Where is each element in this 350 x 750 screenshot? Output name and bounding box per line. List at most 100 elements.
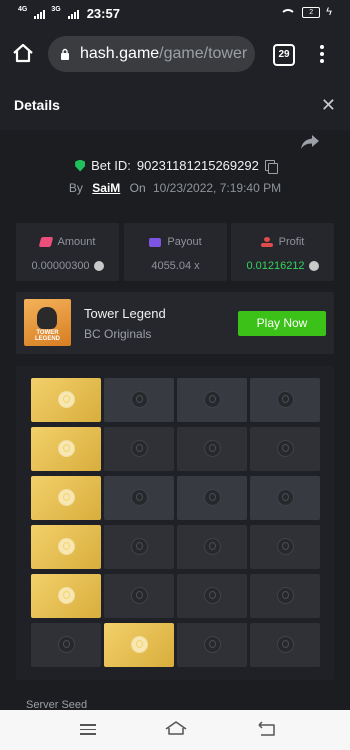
gem-icon: [204, 489, 221, 506]
share-icon[interactable]: [300, 134, 320, 150]
close-icon[interactable]: ✕: [321, 95, 336, 116]
game-provider: BC Originals: [84, 327, 152, 341]
back-icon[interactable]: [255, 721, 277, 737]
stat-value: 0.01216212: [246, 260, 305, 272]
tab-switcher-button[interactable]: 29: [273, 44, 295, 66]
system-nav-bar: [0, 710, 350, 750]
gem-icon: [58, 440, 75, 457]
gem-icon: [131, 391, 148, 408]
tower-cell: [250, 623, 320, 667]
gem-icon: [277, 440, 294, 457]
system-home-icon[interactable]: [165, 720, 187, 736]
gem-icon: [131, 489, 148, 506]
verified-shield-icon: [75, 159, 86, 172]
game-name: Tower Legend: [84, 306, 166, 321]
gem-icon: [131, 636, 148, 653]
bet-id-value: 90231181215269292: [136, 158, 259, 173]
tower-cell: [177, 525, 247, 569]
by-label: By: [68, 181, 83, 195]
username-link[interactable]: SaiM: [92, 181, 120, 195]
tower-cell: [31, 623, 101, 667]
tower-cell-revealed: [104, 623, 174, 667]
tower-cell: [250, 574, 320, 618]
tower-cell: [177, 378, 247, 422]
status-bar: 4G 3G 23:57 2 ϟ: [0, 0, 350, 28]
tower-cell: [177, 574, 247, 618]
gem-icon: [204, 587, 221, 604]
tower-cell: [250, 427, 320, 471]
overflow-menu-icon[interactable]: [316, 43, 328, 65]
tower-cell: [250, 525, 320, 569]
details-header: Details ✕: [0, 80, 350, 131]
copy-icon[interactable]: [264, 159, 278, 174]
tower-cell: [104, 574, 174, 618]
stat-value: 4055.04 x: [151, 260, 200, 272]
wifi-icon: [280, 9, 297, 19]
network-type-1: 4G: [18, 6, 28, 13]
tower-cell-revealed: [31, 427, 101, 471]
thumbnail-text: TOWER LEGEND: [34, 330, 60, 342]
gem-icon: [204, 636, 221, 653]
tower-cell: [177, 476, 247, 520]
tower-cell-revealed: [31, 574, 101, 618]
tower-cell: [177, 427, 247, 471]
coin-icon: [308, 261, 319, 271]
tower-cell: [104, 476, 174, 520]
gem-icon: [277, 538, 294, 555]
bet-id-label: Bet ID:: [91, 158, 131, 173]
gem-icon: [277, 587, 294, 604]
url-host: hash.game: [80, 45, 160, 62]
payout-icon: [149, 237, 162, 247]
stat-payout: Payout 4055.04 x: [124, 223, 227, 281]
tower-board: [16, 366, 334, 680]
url-text: hash.game/game/tower: [80, 45, 247, 63]
gem-icon: [131, 587, 148, 604]
details-content: Bet ID: 90231181215269292 By SaiM On 10/…: [0, 130, 350, 711]
lock-icon: [61, 48, 69, 60]
home-icon[interactable]: [12, 42, 34, 64]
tower-cell-revealed: [31, 378, 101, 422]
tower-cell: [104, 378, 174, 422]
charging-icon: ϟ: [326, 6, 332, 18]
tower-cell: [104, 525, 174, 569]
page-title: Details: [14, 97, 60, 113]
gem-icon: [277, 391, 294, 408]
stat-profit: Profit 0.01216212: [231, 223, 334, 281]
gem-icon: [204, 538, 221, 555]
clock: 23:57: [86, 6, 120, 21]
browser-toolbar: hash.game/game/tower 29: [0, 28, 350, 80]
gem-icon: [277, 636, 294, 653]
game-card: TOWER LEGEND Tower Legend BC Originals P…: [16, 292, 334, 354]
signal-icon: [34, 9, 46, 19]
amount-icon: [38, 237, 53, 247]
bet-timestamp: 10/23/2022, 7:19:40 PM: [152, 181, 282, 195]
gem-icon: [204, 391, 221, 408]
gem-icon: [277, 489, 294, 506]
game-mascot-icon: [37, 307, 57, 329]
byline: By SaiM On 10/23/2022, 7:19:40 PM: [0, 181, 350, 195]
gem-icon: [131, 538, 148, 555]
bet-id-row: Bet ID: 90231181215269292: [0, 158, 350, 174]
url-path: /game/tower: [159, 45, 248, 62]
game-thumbnail[interactable]: TOWER LEGEND: [24, 299, 71, 346]
tower-cell-revealed: [31, 525, 101, 569]
profit-icon: [260, 237, 273, 247]
gem-icon: [58, 391, 75, 408]
stat-label: Amount: [57, 236, 96, 248]
tower-cell: [104, 427, 174, 471]
gem-icon: [58, 489, 75, 506]
gem-icon: [58, 587, 75, 604]
address-bar[interactable]: hash.game/game/tower: [48, 36, 255, 72]
play-now-button[interactable]: Play Now: [238, 311, 326, 336]
stat-label: Payout: [167, 236, 202, 248]
tower-cell: [250, 476, 320, 520]
gem-icon: [58, 636, 75, 653]
gem-icon: [58, 538, 75, 555]
stat-value: 0.00000300: [31, 260, 90, 272]
tower-cell: [177, 623, 247, 667]
battery-icon: 2: [302, 6, 321, 18]
gem-icon: [204, 440, 221, 457]
tower-cell-revealed: [31, 476, 101, 520]
coin-icon: [93, 261, 104, 271]
recent-apps-icon[interactable]: [80, 724, 96, 736]
